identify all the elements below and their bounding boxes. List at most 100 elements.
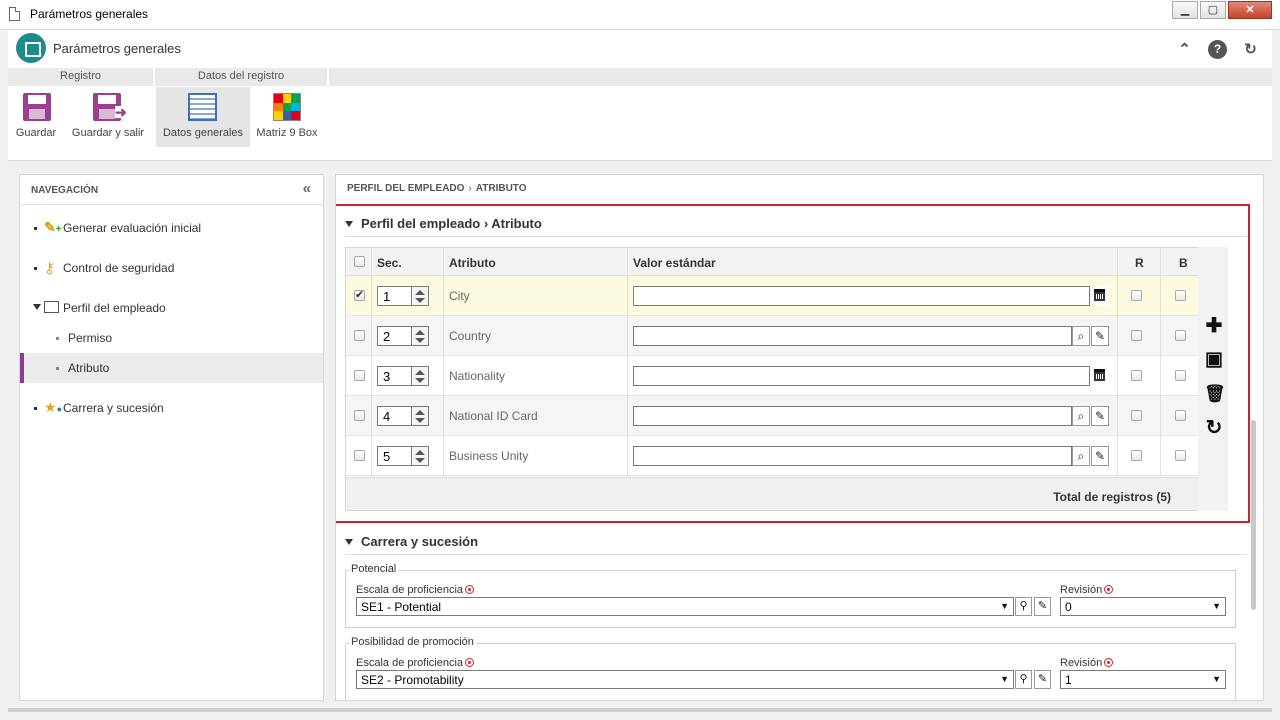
stepper-arrows-icon[interactable] <box>412 446 429 466</box>
proficiency-scale-select[interactable]: SE1 - Potential <box>356 597 1014 616</box>
r-checkbox[interactable] <box>1131 370 1142 381</box>
minimize-button[interactable]: ▁ <box>1172 1 1198 19</box>
maximize-button[interactable]: ▢ <box>1200 1 1226 19</box>
calendar-icon[interactable] <box>1091 286 1109 306</box>
nav-item-atributo[interactable]: Atributo <box>20 353 323 383</box>
nav-item-generar-evaluacion[interactable]: ✎+ Generar evaluación inicial <box>20 213 323 243</box>
scale-label: Escala de proficiencia <box>356 657 475 669</box>
collapse-up-icon[interactable]: ⌃ <box>1175 40 1194 59</box>
sequence-stepper[interactable]: 3 <box>377 366 429 386</box>
default-value-input[interactable] <box>633 446 1072 466</box>
stepper-arrows-icon[interactable] <box>412 326 429 346</box>
revision-select[interactable]: 1 <box>1060 670 1226 689</box>
r-checkbox[interactable] <box>1131 410 1142 421</box>
default-value-input[interactable] <box>633 286 1090 306</box>
clear-icon[interactable]: ✎ <box>1034 597 1051 616</box>
sequence-input[interactable]: 2 <box>377 326 412 346</box>
search-icon[interactable]: ⌕ <box>1072 446 1090 466</box>
sequence-stepper[interactable]: 2 <box>377 326 429 346</box>
default-value-input[interactable] <box>633 326 1072 346</box>
default-value-input[interactable] <box>633 406 1072 426</box>
clear-icon[interactable]: ✎ <box>1034 670 1051 689</box>
r-checkbox[interactable] <box>1131 290 1142 301</box>
sequence-input[interactable]: 1 <box>377 286 412 306</box>
add-icon[interactable]: ✚ <box>1204 315 1224 337</box>
col-sec[interactable]: Sec. <box>377 256 402 270</box>
sequence-input[interactable]: 3 <box>377 366 412 386</box>
nav-item-permiso[interactable]: Permiso <box>20 323 323 353</box>
save-icon[interactable]: ▣ <box>1204 349 1224 371</box>
clear-icon[interactable]: ✎ <box>1091 406 1109 426</box>
vertical-scrollbar[interactable] <box>1251 420 1256 610</box>
col-value[interactable]: Valor estándar <box>633 256 716 270</box>
collapse-left-icon[interactable]: « <box>303 180 311 197</box>
general-data-label: Datos generales <box>162 127 244 139</box>
table-row[interactable]: 3 Nationality <box>346 356 1206 396</box>
table-row[interactable]: 4 National ID Card ⌕ ✎ <box>346 396 1206 436</box>
col-b[interactable]: B <box>1179 256 1188 270</box>
breadcrumb: PERFIL DEL EMPLEADO › ATRIBUTO <box>347 183 527 194</box>
sequence-stepper[interactable]: 4 <box>377 406 429 426</box>
default-value-input[interactable] <box>633 366 1090 386</box>
potencial-group: Potencial Escala de proficiencia SE1 - P… <box>345 563 1236 628</box>
general-data-button[interactable]: Datos generales <box>156 87 250 147</box>
stepper-arrows-icon[interactable] <box>412 286 429 306</box>
b-checkbox[interactable] <box>1175 290 1186 301</box>
nav-item-carrera-sucesion[interactable]: ★● Carrera y sucesión <box>20 393 323 423</box>
nav-item-control-seguridad[interactable]: ⚷ Control de seguridad <box>20 253 323 283</box>
revision-select[interactable]: 0 <box>1060 597 1226 616</box>
binoculars-icon[interactable]: ⚲ <box>1015 597 1032 616</box>
col-r[interactable]: R <box>1135 256 1144 270</box>
app-title: Parámetros generales <box>53 41 181 56</box>
nav-item-perfil-empleado[interactable]: Perfil del empleado <box>20 293 323 323</box>
row-checkbox[interactable] <box>354 410 365 421</box>
bullet <box>34 267 37 270</box>
b-checkbox[interactable] <box>1175 330 1186 341</box>
b-checkbox[interactable] <box>1175 450 1186 461</box>
table-row[interactable]: 5 Business Unity ⌕ ✎ <box>346 436 1206 476</box>
search-icon[interactable]: ⌕ <box>1072 406 1090 426</box>
clear-icon[interactable]: ✎ <box>1091 446 1109 466</box>
collapse-arrow-icon[interactable] <box>345 539 353 545</box>
collapse-arrow-icon[interactable] <box>345 221 353 227</box>
sequence-input[interactable]: 5 <box>377 446 412 466</box>
sequence-stepper[interactable]: 1 <box>377 286 429 306</box>
save-and-exit-button[interactable]: ➜ Guardar y salir <box>66 87 150 147</box>
col-attr[interactable]: Atributo <box>449 256 496 270</box>
r-checkbox[interactable] <box>1131 450 1142 461</box>
table-row[interactable]: 2 Country ⌕ ✎ <box>346 316 1206 356</box>
sequence-stepper[interactable]: 5 <box>377 446 429 466</box>
breadcrumb-item[interactable]: PERFIL DEL EMPLEADO <box>347 183 464 194</box>
sequence-input[interactable]: 4 <box>377 406 412 426</box>
help-icon[interactable]: ? <box>1208 40 1227 59</box>
b-checkbox[interactable] <box>1175 370 1186 381</box>
calendar-icon[interactable] <box>1091 366 1109 386</box>
stepper-arrows-icon[interactable] <box>412 406 429 426</box>
bullet <box>56 367 59 370</box>
binoculars-icon[interactable]: ⚲ <box>1015 670 1032 689</box>
promocion-legend: Posibilidad de promoción <box>349 636 476 648</box>
expand-arrow-icon[interactable] <box>33 304 41 310</box>
b-checkbox[interactable] <box>1175 410 1186 421</box>
select-all-checkbox[interactable] <box>354 256 365 267</box>
total-records: Total de registros (5) <box>1053 490 1171 504</box>
delete-icon[interactable]: 🗑 <box>1204 383 1226 405</box>
row-checkbox[interactable] <box>354 330 365 341</box>
table-row[interactable]: 1 City <box>346 276 1206 316</box>
matrix-9box-button[interactable]: Matriz 9 Box <box>252 87 322 147</box>
refresh-icon[interactable]: ↻ <box>1204 417 1224 439</box>
row-checkbox[interactable] <box>354 288 365 301</box>
row-checkbox[interactable] <box>354 450 365 461</box>
save-button[interactable]: Guardar <box>10 87 62 147</box>
required-icon <box>465 585 475 594</box>
proficiency-scale-select[interactable]: SE2 - Promotability <box>356 670 1014 689</box>
column-divider <box>627 248 628 476</box>
close-button[interactable]: ✕ <box>1228 1 1272 19</box>
row-checkbox[interactable] <box>354 370 365 381</box>
clear-icon[interactable]: ✎ <box>1091 326 1109 346</box>
refresh-icon[interactable]: ↻ <box>1241 40 1260 59</box>
search-icon[interactable]: ⌕ <box>1072 326 1090 346</box>
bullet <box>56 337 59 340</box>
stepper-arrows-icon[interactable] <box>412 366 429 386</box>
r-checkbox[interactable] <box>1131 330 1142 341</box>
